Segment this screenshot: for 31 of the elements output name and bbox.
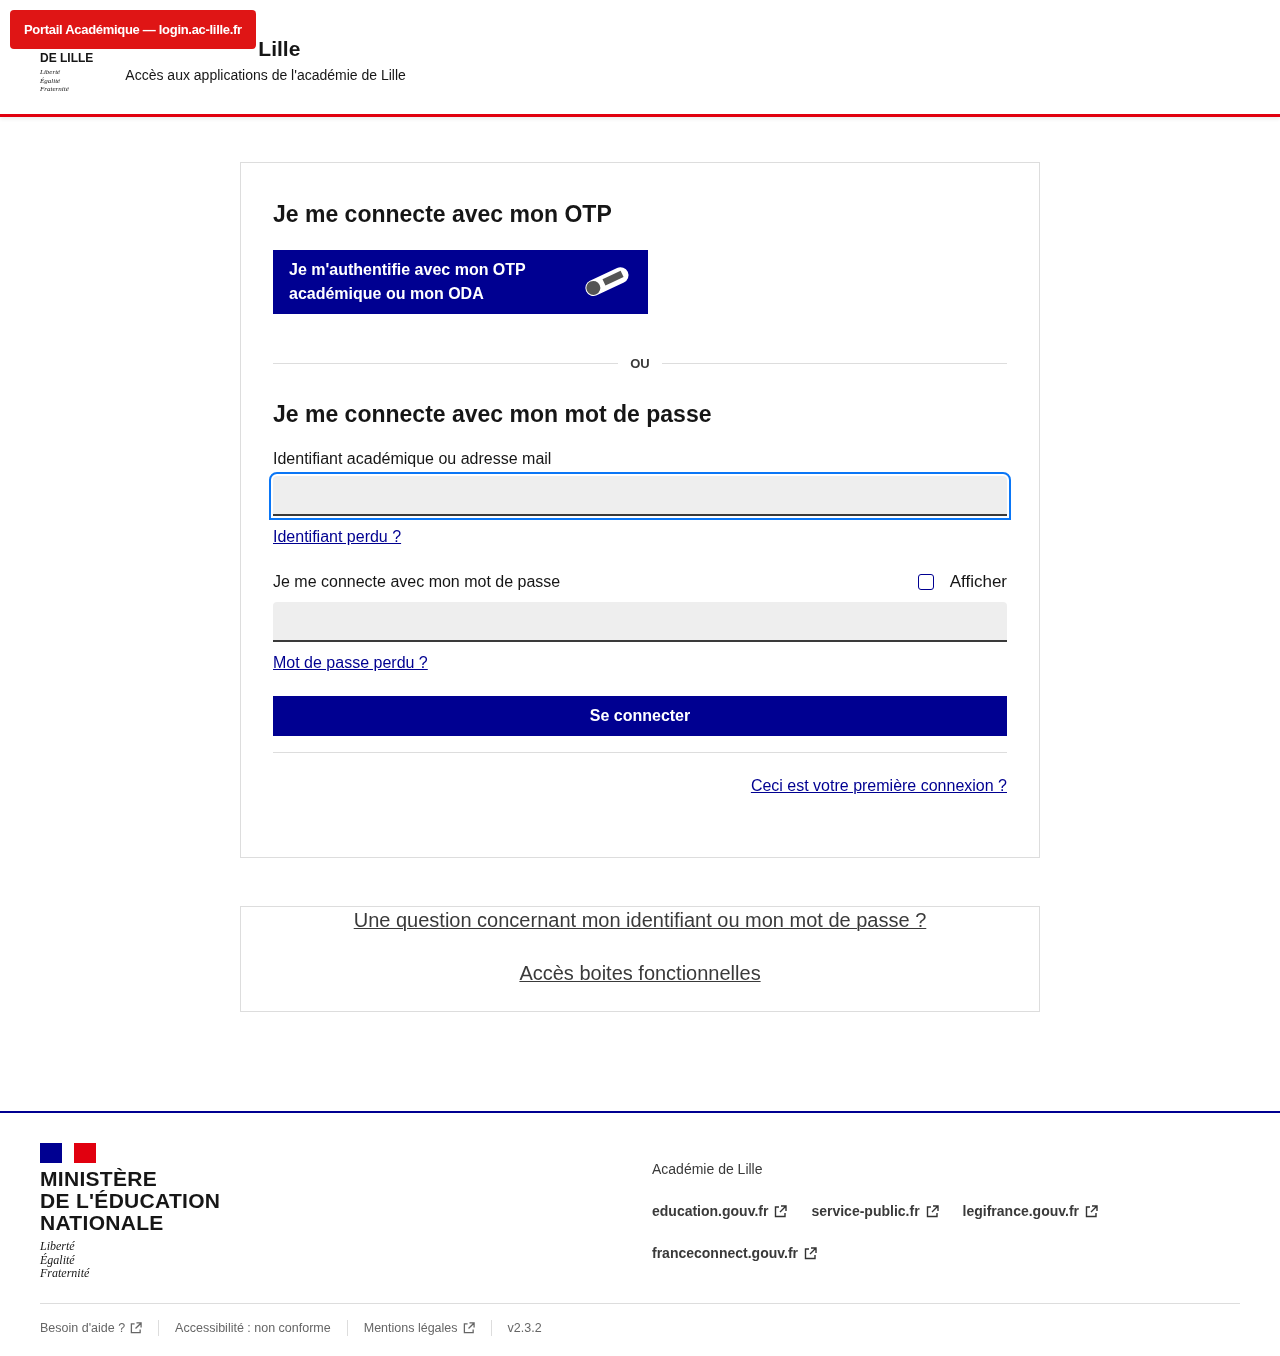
field-label: Identifiant académique ou adresse mail	[273, 450, 553, 468]
first-login-link[interactable]: Ceci est votre première connexion ?	[750, 777, 1007, 795]
section-heading: Je me connecte avec mon mot de passe	[273, 401, 713, 428]
site-title: Lille	[257, 37, 302, 61]
footer-bottom-link[interactable]: Mentions légales	[363, 1320, 475, 1335]
footer-link[interactable]: legifrance.gouv.fr	[962, 1203, 1098, 1219]
ministry-name: MINISTÈRE DE L'ÉDUCATION NATIONALE	[40, 1168, 222, 1234]
footer-link[interactable]: service-public.fr	[811, 1203, 939, 1219]
otp-button[interactable]: Je m'authentifie avec mon OTP académique ou mon ODA	[273, 250, 648, 314]
checkbox-label: Afficher	[949, 572, 1007, 592]
footer-link[interactable]: education.gouv.fr	[652, 1203, 788, 1219]
motto-text: Liberté Égalité Fraternité	[40, 1240, 91, 1281]
footer-link[interactable]: franceconnect.gouv.fr	[652, 1245, 817, 1261]
lost-id-link[interactable]: Identifiant perdu ?	[273, 528, 402, 546]
tooltip: Portail Académique — login.ac-lille.fr	[10, 10, 256, 49]
logo-text: DE LILLE	[40, 52, 94, 65]
marianne-flag-icon	[40, 1143, 96, 1163]
lost-password-link[interactable]: Mot de passe perdu ?	[273, 654, 428, 672]
site-subtitle: Accès aux applications de l'académie de Lille	[125, 67, 406, 83]
footer-org: Académie de Lille	[652, 1161, 764, 1177]
footer-bottom-link[interactable]: v2.3.2	[507, 1320, 542, 1335]
help-link[interactable]: Accès boites fonctionnelles	[519, 962, 761, 985]
separator-text: OU	[630, 356, 650, 371]
login-button[interactable]: Se connecter	[273, 696, 1007, 736]
show-password-checkbox[interactable]	[917, 574, 934, 590]
footer-bottom-link[interactable]: Accessibilité : non conforme	[175, 1320, 331, 1335]
field-label: Je me connecte avec mon mot de passe	[273, 573, 561, 591]
section-heading: Je me connecte avec mon OTP	[273, 201, 613, 228]
footer-bottom-link[interactable]: Besoin d'aide ?	[40, 1320, 143, 1335]
help-link[interactable]: Une question concernant mon identifiant ou mon mot de passe ?	[353, 909, 927, 932]
password-input[interactable]	[273, 602, 1007, 642]
